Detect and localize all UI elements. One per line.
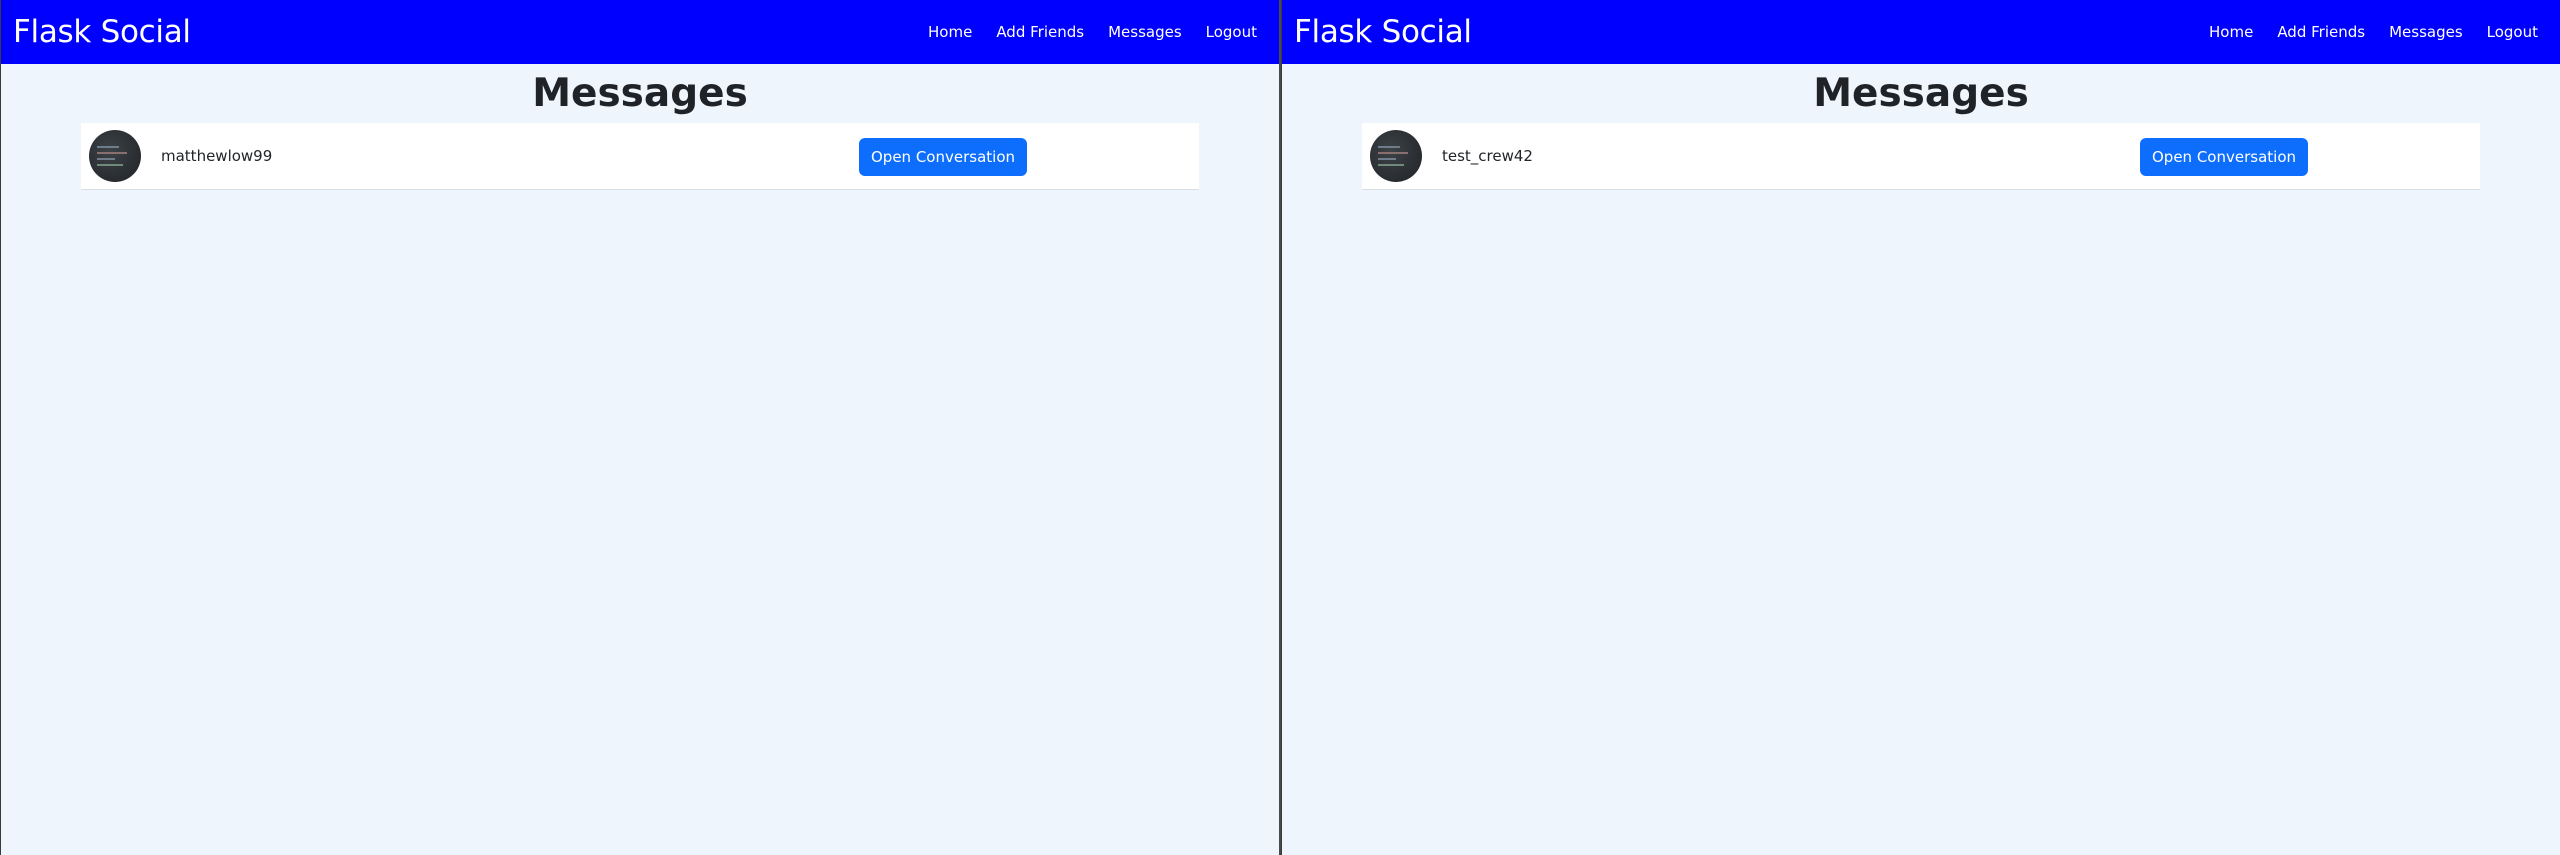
conversation-username: test_crew42	[1442, 147, 1533, 165]
page-title: Messages	[1813, 71, 2029, 116]
open-conversation-button[interactable]: Open Conversation	[859, 138, 1028, 176]
nav-logout-link[interactable]: Logout	[1206, 23, 1257, 41]
page-title: Messages	[532, 71, 748, 116]
conversation-list: matthewlow99 Open Conversation	[81, 123, 1199, 190]
nav-logout-link[interactable]: Logout	[2487, 23, 2538, 41]
brand-link[interactable]: Flask Social	[13, 14, 191, 50]
navbar: Flask Social Home Add Friends Messages L…	[1282, 0, 2560, 64]
conversation-list: test_crew42 Open Conversation	[1362, 123, 2480, 190]
conversation-username: matthewlow99	[161, 147, 273, 165]
browser-window-left: Flask Social Home Add Friends Messages L…	[0, 0, 1279, 855]
avatar	[1370, 130, 1422, 182]
nav-links: Home Add Friends Messages Logout	[2209, 23, 2548, 41]
brand-link[interactable]: Flask Social	[1294, 14, 1472, 50]
nav-messages-link[interactable]: Messages	[1108, 23, 1182, 41]
avatar	[89, 130, 141, 182]
conversation-row: matthewlow99 Open Conversation	[81, 123, 1199, 189]
open-conversation-button[interactable]: Open Conversation	[2140, 138, 2309, 176]
nav-links: Home Add Friends Messages Logout	[928, 23, 1267, 41]
navbar: Flask Social Home Add Friends Messages L…	[1, 0, 1279, 64]
nav-home-link[interactable]: Home	[2209, 23, 2253, 41]
nav-messages-link[interactable]: Messages	[2389, 23, 2463, 41]
browser-window-right: Flask Social Home Add Friends Messages L…	[1281, 0, 2560, 855]
nav-add-friends-link[interactable]: Add Friends	[996, 23, 1084, 41]
nav-home-link[interactable]: Home	[928, 23, 972, 41]
nav-add-friends-link[interactable]: Add Friends	[2277, 23, 2365, 41]
conversation-row: test_crew42 Open Conversation	[1362, 123, 2480, 189]
